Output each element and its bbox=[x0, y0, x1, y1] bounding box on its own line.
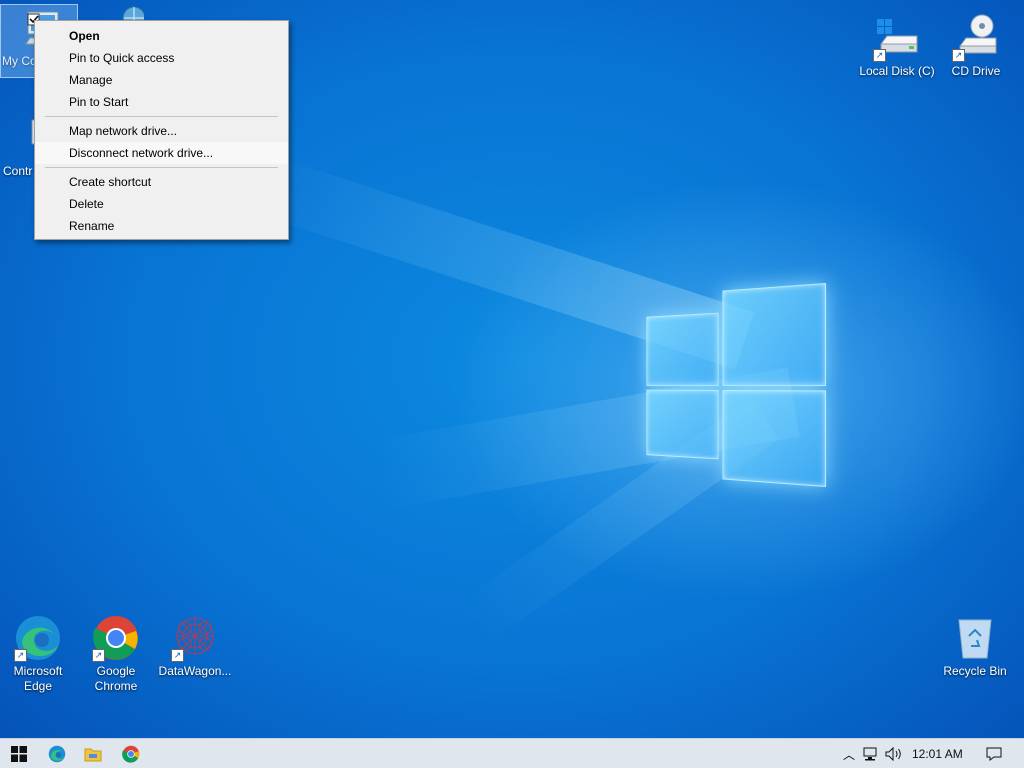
menu-item-create-shortcut[interactable]: Create shortcut bbox=[35, 171, 288, 193]
menu-item-manage[interactable]: Manage bbox=[35, 69, 288, 91]
menu-item-map-network-drive[interactable]: Map network drive... bbox=[35, 120, 288, 142]
taskbar-clock[interactable]: 12:01 AM bbox=[912, 747, 963, 761]
desktop-icon-label: CD Drive bbox=[937, 64, 1015, 79]
menu-item-rename[interactable]: Rename bbox=[35, 215, 288, 237]
menu-item-disconnect-network-drive[interactable]: Disconnect network drive... bbox=[35, 142, 288, 164]
recycle-bin-icon bbox=[951, 614, 999, 662]
taskbar-edge-button[interactable] bbox=[38, 739, 76, 769]
desktop-icon-google-chrome[interactable]: ↗ Google Chrome bbox=[78, 614, 154, 694]
datawagon-icon: ↗ bbox=[171, 614, 219, 662]
network-icon[interactable] bbox=[862, 746, 880, 762]
chrome-icon bbox=[122, 745, 140, 763]
desktop-icon-microsoft-edge[interactable]: ↗ Microsoft Edge bbox=[0, 614, 76, 694]
desktop-icon-label: Local Disk (C) bbox=[858, 64, 936, 79]
edge-icon bbox=[48, 745, 66, 763]
desktop-icon-label: DataWagon... bbox=[156, 664, 234, 679]
system-tray: ︿ 12:01 AM bbox=[838, 739, 1003, 769]
shortcut-arrow-icon: ↗ bbox=[873, 49, 886, 62]
desktop-icon-label: Recycle Bin bbox=[936, 664, 1014, 679]
menu-item-pin-to-start[interactable]: Pin to Start bbox=[35, 91, 288, 113]
desktop-icon-local-disk[interactable]: ↗ Local Disk (C) bbox=[858, 14, 936, 79]
windows-start-icon bbox=[11, 746, 27, 762]
taskbar-file-explorer-button[interactable] bbox=[74, 739, 112, 769]
chrome-icon: ↗ bbox=[92, 614, 140, 662]
shortcut-arrow-icon: ↗ bbox=[171, 649, 184, 662]
shortcut-arrow-icon: ↗ bbox=[14, 649, 27, 662]
desktop-icon-datawagon[interactable]: ↗ DataWagon... bbox=[156, 614, 234, 679]
cd-drive-icon: ↗ bbox=[952, 14, 1000, 62]
context-menu: Open Pin to Quick access Manage Pin to S… bbox=[34, 20, 289, 240]
desktop-icon-cd-drive[interactable]: ↗ CD Drive bbox=[937, 14, 1015, 79]
shortcut-arrow-icon: ↗ bbox=[92, 649, 105, 662]
notification-center-icon[interactable] bbox=[985, 746, 1003, 762]
volume-icon[interactable] bbox=[884, 746, 904, 762]
taskbar: ︿ 12:01 AM bbox=[0, 738, 1024, 768]
desktop[interactable]: My Co Contr ↗ Local Disk (C) ↗ CD Drive … bbox=[0, 0, 1024, 738]
menu-item-delete[interactable]: Delete bbox=[35, 193, 288, 215]
desktop-icon-label: Microsoft Edge bbox=[0, 664, 76, 694]
hard-drive-icon: ↗ bbox=[873, 14, 921, 62]
taskbar-chrome-button[interactable] bbox=[112, 739, 150, 769]
start-button[interactable] bbox=[0, 739, 38, 769]
file-explorer-icon bbox=[84, 746, 102, 762]
menu-separator bbox=[45, 116, 278, 117]
edge-icon: ↗ bbox=[14, 614, 62, 662]
desktop-icon-label: Google Chrome bbox=[78, 664, 154, 694]
shortcut-arrow-icon: ↗ bbox=[952, 49, 965, 62]
menu-item-open[interactable]: Open bbox=[35, 25, 288, 47]
desktop-icon-recycle-bin[interactable]: Recycle Bin bbox=[936, 614, 1014, 679]
windows-wallpaper-logo bbox=[646, 283, 826, 487]
show-hidden-icons-chevron-icon[interactable]: ︿ bbox=[838, 746, 860, 763]
menu-item-pin-to-quick-access[interactable]: Pin to Quick access bbox=[35, 47, 288, 69]
menu-separator bbox=[45, 167, 278, 168]
